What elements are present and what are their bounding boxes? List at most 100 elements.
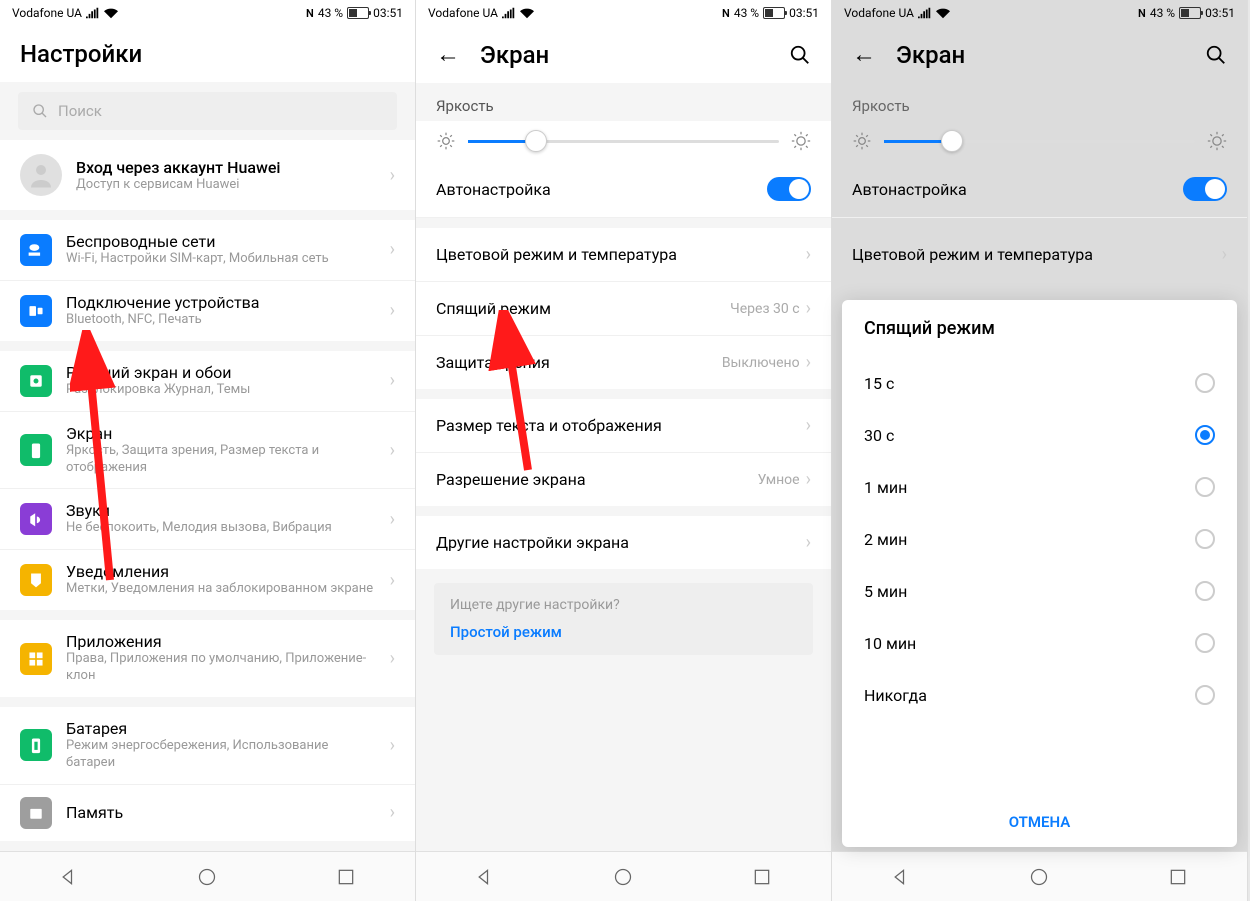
sleep-option[interactable]: 30 с [842,409,1237,461]
settings-item[interactable]: Беспроводные сетиWi-Fi, Настройки SIM-ка… [0,220,415,281]
radio-icon [1195,685,1215,705]
sun-large-icon [1207,131,1227,151]
wifi-icon [520,7,534,19]
nav-bar [832,851,1247,901]
item-sub: Яркость, Защита зрения, Размер текста и … [66,443,376,477]
settings-item[interactable]: ЗвукиНе беспокоить, Мелодия вызова, Вибр… [0,489,415,550]
radio-icon [1195,477,1215,497]
item-icon [20,643,52,675]
brightness-slider[interactable] [468,140,779,143]
chevron-right-icon: › [390,802,395,823]
back-button[interactable]: ← [436,40,460,69]
sleep-option[interactable]: 15 с [842,357,1237,409]
sun-large-icon [791,131,811,151]
settings-item[interactable]: ЭкранЯркость, Защита зрения, Размер текс… [0,412,415,490]
avatar-icon [20,154,62,196]
settings-row[interactable]: Размер текста и отображения› [416,399,831,453]
chevron-right-icon: › [806,298,811,319]
settings-item[interactable]: Подключение устройстваBluetooth, NFC, Пе… [0,281,415,341]
nav-recents-icon[interactable] [752,867,772,887]
nav-back-icon[interactable] [59,867,79,887]
row-title: Защита зрения [436,353,722,372]
signal-icon [502,7,516,19]
signal-icon [86,7,100,19]
auto-brightness-row[interactable]: Автонастройка [416,161,831,218]
item-sub: Права, Приложения по умолчанию, Приложен… [66,651,376,685]
nav-home-icon[interactable] [197,867,217,887]
settings-row[interactable]: Другие настройки экрана› [416,516,831,569]
page-title: Экран [480,41,549,69]
nav-home-icon[interactable] [613,867,633,887]
color-mode-row[interactable]: Цветовой режим и температура › [832,228,1247,281]
chevron-right-icon: › [390,570,395,591]
tip-box: Ищете другие настройки? Простой режим [434,583,813,655]
nav-recents-icon[interactable] [336,867,356,887]
settings-row[interactable]: Защита зренияВыключено› [416,336,831,389]
settings-item[interactable]: БатареяРежим энергосбережения, Использов… [0,707,415,785]
radio-icon [1195,425,1215,445]
nfc-icon: N [722,7,730,20]
item-icon [20,434,52,466]
item-title: Беспроводные сети [66,232,376,251]
account-title: Вход через аккаунт Huawei [76,158,376,177]
sleep-dialog: Спящий режим 15 с 30 с 1 мин 2 мин 5 мин 10 м… [842,300,1237,847]
account-row[interactable]: Вход через аккаунт Huawei Доступ к серви… [0,140,415,210]
nav-recents-icon[interactable] [1168,867,1188,887]
option-label: 1 мин [864,478,1195,497]
wifi-icon [104,7,118,19]
dialog-title: Спящий режим [842,300,1237,357]
settings-row[interactable]: Разрешение экранаУмное› [416,453,831,506]
chevron-right-icon: › [806,469,811,490]
nav-bar [0,851,415,901]
nav-back-icon[interactable] [891,867,911,887]
sleep-option[interactable]: 1 мин [842,461,1237,513]
clock: 03:51 [1205,6,1235,20]
signal-icon [918,7,932,19]
settings-item[interactable]: Рабочий экран и обоиРазблокировка Журнал… [0,351,415,412]
auto-brightness-label: Автонастройка [852,180,1183,199]
auto-brightness-toggle[interactable] [1183,177,1227,201]
back-button[interactable]: ← [852,40,876,69]
account-sub: Доступ к сервисам Huawei [76,177,376,192]
item-sub: Wi-Fi, Настройки SIM-карт, Мобильная сет… [66,251,376,268]
carrier-label: Vodafone UA [844,6,914,20]
chevron-right-icon: › [1222,244,1227,265]
settings-item[interactable]: УведомленияМетки, Уведомления на заблоки… [0,550,415,610]
search-icon[interactable] [1205,44,1227,66]
sleep-option[interactable]: Никогда [842,669,1237,721]
settings-group-4: БатареяРежим энергосбережения, Использов… [0,707,415,841]
cancel-button[interactable]: ОТМЕНА [842,797,1237,847]
row-value: Через 30 с [730,301,799,317]
option-label: 5 мин [864,582,1195,601]
item-sub: Bluetooth, NFC, Печать [66,312,376,329]
row-title: Размер текста и отображения [436,416,806,435]
settings-item[interactable]: Память› [0,785,415,841]
chevron-right-icon: › [390,370,395,391]
nav-home-icon[interactable] [1029,867,1049,887]
item-sub: Метки, Уведомления на заблокированном эк… [66,581,376,598]
color-mode-label: Цветовой режим и температура [852,245,1222,264]
settings-item[interactable]: ПриложенияПрава, Приложения по умолчанию… [0,620,415,697]
sleep-option[interactable]: 2 мин [842,513,1237,565]
option-label: 15 с [864,374,1195,393]
nav-back-icon[interactable] [475,867,495,887]
settings-row[interactable]: Спящий режимЧерез 30 с› [416,282,831,336]
search-input[interactable]: Поиск [18,92,397,130]
search-icon[interactable] [789,44,811,66]
header: ← Экран [416,26,831,83]
sleep-option[interactable]: 5 мин [842,565,1237,617]
tip-link[interactable]: Простой режим [450,623,797,641]
chevron-right-icon: › [390,509,395,530]
settings-row[interactable]: Цветовой режим и температура› [416,228,831,282]
auto-brightness-row[interactable]: Автонастройка [832,161,1247,218]
auto-brightness-toggle[interactable] [767,177,811,201]
screen-display: Vodafone UA N 43 % 03:51 ← Экран Яркость… [416,0,832,901]
chevron-right-icon: › [390,300,395,321]
chevron-right-icon: › [390,239,395,260]
sleep-option[interactable]: 10 мин [842,617,1237,669]
item-title: Рабочий экран и обои [66,363,376,382]
page-title: Настройки [0,26,415,82]
status-bar: Vodafone UA N 43 % 03:51 [416,0,831,26]
brightness-slider[interactable] [884,140,1195,143]
item-sub: Режим энергосбережения, Использование ба… [66,738,376,772]
